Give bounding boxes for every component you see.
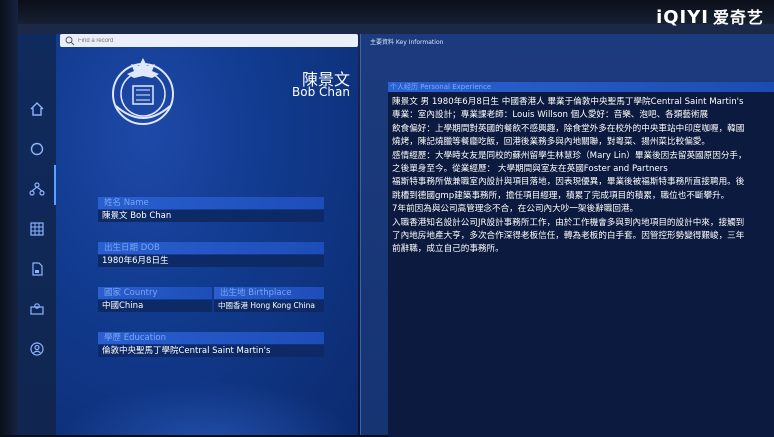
dob-value: 1980年6月8日生 [98,255,324,267]
education-label: 學歷 Education [98,332,324,344]
education-value: 倫敦中央聖馬丁學院Central Saint Martin's [98,345,324,357]
home-icon[interactable] [28,100,46,118]
logo-zh: 爱奇艺 [712,8,764,27]
experience-line: 了內地房地產大亨，多次合作深得老板信任，轉為老板的白手套。因管控形勢變得艱峻，三… [392,231,745,242]
experience-line: 燒烤，陳記燒臘等餐廳吃飯，回港後業務多與內地關聯，對粵菜、揚州菜比較偏愛。 [392,137,710,148]
search-input[interactable] [75,37,341,44]
police-badge-icon [112,58,174,125]
search-icon [65,36,75,45]
logo-brand: iQIYI [656,7,709,28]
birthplace-label: 出生地 Birthplace [214,287,324,299]
experience-line: 跳槽到德國gmp建築事務所，擔任項目經理，積累了完成項目的積累，職位也不斷攀升。 [392,190,730,201]
profile-name-en: Bob Chan [292,85,350,99]
experience-line: 前辭職，成立自己的事務所。 [392,244,504,255]
name-label: 姓名 Name [98,197,324,209]
grid-icon[interactable] [28,220,46,238]
left-nav-rail [18,34,57,435]
experience-line: 福斯特事務所做兼職室內設計與項目落地，因表現優異，畢業後被福斯特事務所直接聘用。… [392,177,745,188]
name-value: 陳景文 Bob Chan [98,210,324,222]
experience-line: 之後單身至今。從業經歷： 大學期間與室友在英國Foster and Partne… [392,164,668,175]
document-icon[interactable] [28,260,46,278]
experience-line: 入職香港知名設計公司JR設計事務所工作，由於工作機會多與到內地項目的設計中來，接… [392,217,745,228]
monitor-bezel-left [0,0,18,435]
dob-label: 出生日期 DOB [98,242,324,254]
circle-icon[interactable] [28,140,46,158]
search-bar[interactable] [60,34,358,47]
panel-glow [56,380,358,435]
network-icon[interactable] [28,180,46,198]
user-group-icon[interactable] [28,300,46,318]
country-value: 中國China [98,300,212,312]
key-info-title: 主要資料 Key Information [370,39,444,46]
broadcaster-logo: iQIYI 爱奇艺 [656,4,764,28]
experience-text: 陳景文 男 1980年6月8日生 中國香港人 畢業于倫敦中央聖馬丁學院Centr… [392,96,774,426]
country-label: 國家 Country [98,287,212,299]
experience-header: 个人经历 Personal Experience [388,82,774,92]
experience-line: 飲食偏好：上學期間對英國的餐飲不感興趣，除食堂外多在校外的中央車站中印度咖喱，韓… [392,123,745,134]
experience-line: 7年前因為與公司高管理念不合，在公司內大吵一架後辭職回港。 [392,204,639,215]
profile-icon[interactable] [28,340,46,358]
experience-line: 專業：室內設計；專業課老師：Louis Willson 個人愛好：音樂、泡吧、各… [392,110,709,121]
experience-line: 陳景文 男 1980年6月8日生 中國香港人 畢業于倫敦中央聖馬丁學院Centr… [392,97,744,107]
birthplace-value: 中國香港 Hong Kong China [214,300,324,312]
experience-line: 感情經歷：大學時女友是同校的蘇州留學生林慧珍（Mary Lin）畢業後因去留英國… [392,150,747,161]
